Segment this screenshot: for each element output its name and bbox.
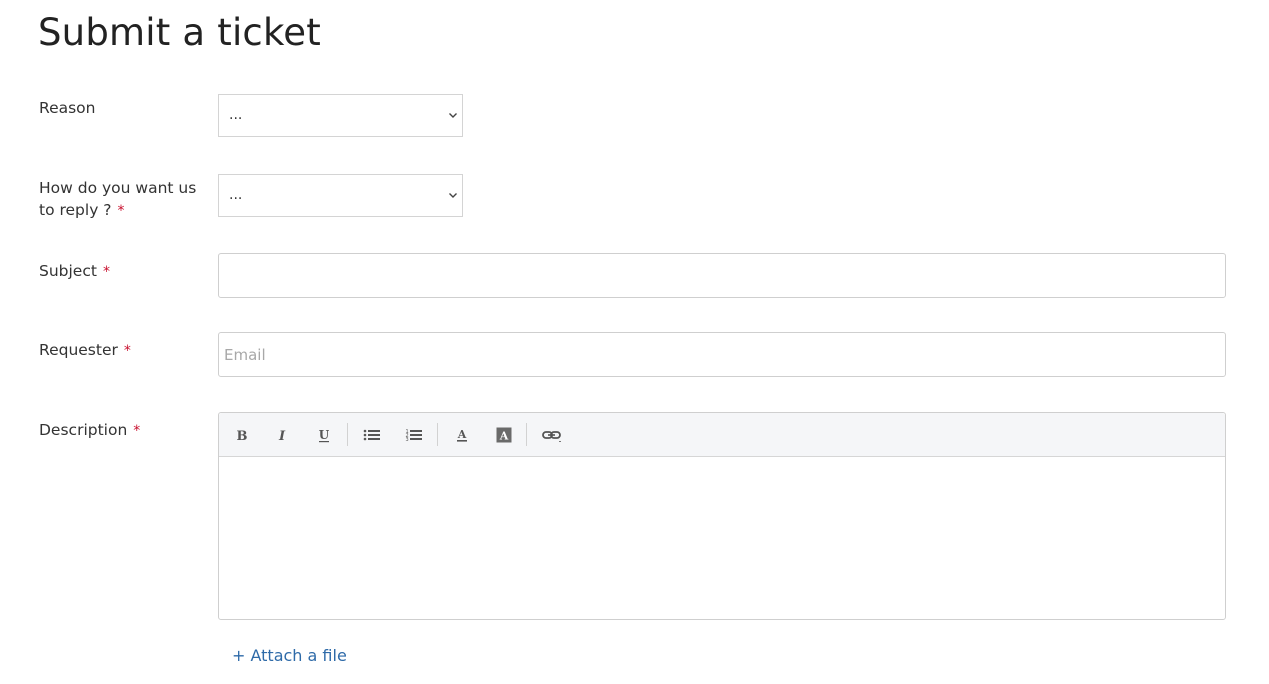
insert-link-button[interactable] [539,422,565,448]
subject-input[interactable] [218,253,1226,298]
page-title: Submit a ticket [38,11,321,54]
numbered-list-icon: 1 2 3 [406,429,422,443]
subject-label-text: Subject [39,262,97,280]
required-mark: * [117,203,125,219]
bold-icon: B [237,429,248,443]
editor-toolbar: B I U 1 2 3 A A [219,413,1225,457]
bulleted-list-button[interactable] [359,422,385,448]
description-label: Description * [39,419,199,442]
requester-label-text: Requester [39,341,118,359]
required-mark: * [123,343,131,359]
description-textarea[interactable] [219,457,1225,619]
underline-button[interactable]: U [311,422,337,448]
link-icon [542,431,561,442]
reason-select[interactable]: ... [218,94,463,137]
text-color-icon: A [457,428,467,442]
svg-text:3: 3 [406,437,409,443]
svg-text:U: U [319,428,330,442]
svg-text:I: I [278,429,286,443]
numbered-list-button[interactable]: 1 2 3 [401,422,427,448]
required-mark: * [133,423,141,439]
attach-file-link[interactable]: + Attach a file [232,645,347,667]
svg-text:A: A [499,430,509,443]
background-color-icon: A [496,427,512,443]
subject-label: Subject * [39,260,199,283]
reason-label: Reason [39,97,199,119]
text-color-button[interactable]: A [449,422,475,448]
background-color-button[interactable]: A [491,422,517,448]
italic-icon: I [278,429,286,443]
toolbar-divider [437,423,438,446]
toolbar-divider [347,423,348,446]
reason-select-value: ... [229,107,243,123]
reply-label: How do you want us to reply ? * [39,177,199,222]
toolbar-divider [526,423,527,446]
reason-label-text: Reason [39,99,96,117]
svg-text:A: A [457,428,467,441]
requester-email-input[interactable] [218,332,1226,377]
bold-button[interactable]: B [229,422,255,448]
description-editor: B I U 1 2 3 A A [218,412,1226,620]
underline-icon: U [319,428,330,443]
chevron-down-icon [449,113,457,118]
required-mark: * [102,264,110,280]
description-label-text: Description [39,421,128,439]
italic-button[interactable]: I [269,422,295,448]
reply-method-select[interactable]: ... [218,174,463,217]
reply-method-select-value: ... [229,187,243,203]
bulleted-list-icon [363,429,380,441]
requester-label: Requester * [39,339,199,362]
svg-text:B: B [237,429,248,443]
chevron-down-icon [449,193,457,198]
